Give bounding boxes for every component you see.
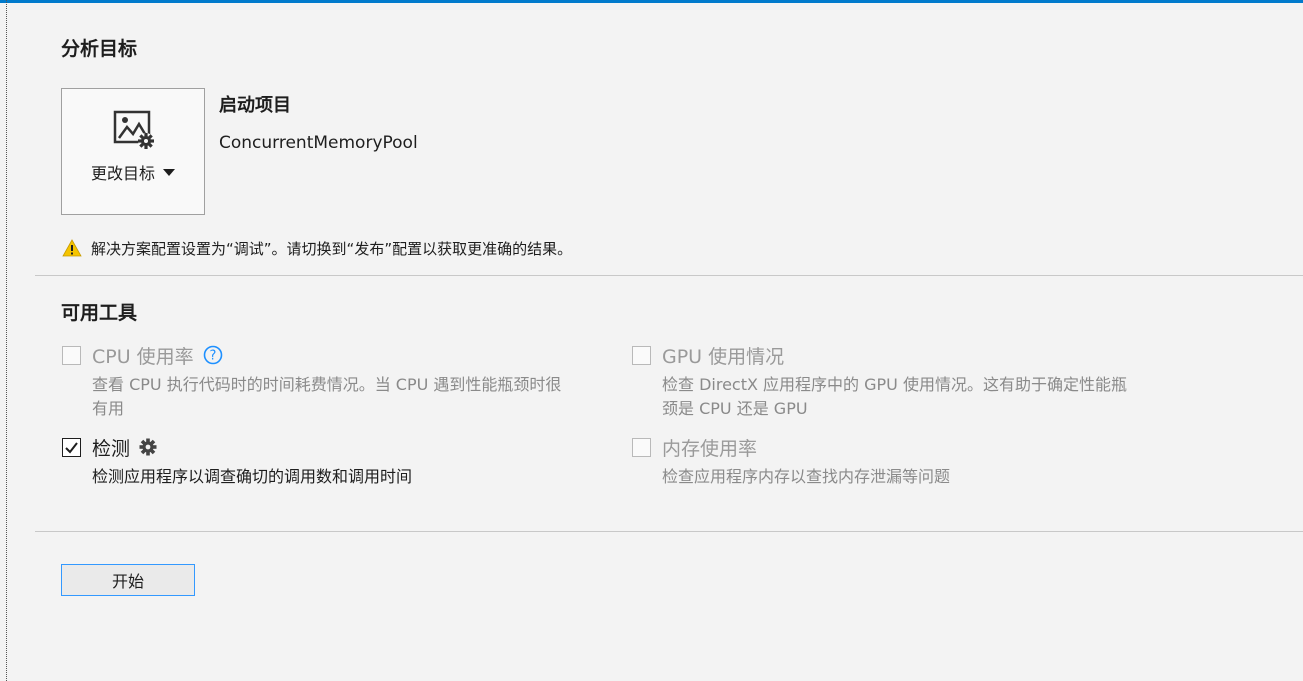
divider — [35, 531, 1303, 532]
memory-usage-desc-line1: 检查应用程序内存以查找内存泄漏等问题 — [662, 467, 951, 486]
gpu-usage-checkbox[interactable] — [632, 345, 651, 365]
gpu-usage-description: 检查 DirectX 应用程序中的 GPU 使用情况。这有助于确定性能瓶 颈是 … — [662, 373, 1232, 421]
change-target-button[interactable]: 更改目标 — [61, 88, 205, 215]
memory-usage-label: 内存使用率 — [662, 437, 758, 460]
memory-usage-description: 检查应用程序内存以查找内存泄漏等问题 — [662, 465, 1232, 489]
tool-cpu-usage: CPU 使用率 ? 查看 CPU 执行代码时的时间耗费情况。当 CPU 遇到性能… — [62, 343, 622, 421]
top-accent-bar — [0, 0, 1303, 3]
cpu-usage-label: CPU 使用率 — [92, 345, 194, 368]
instrumentation-description: 检测应用程序以调查确切的调用数和调用时间 — [92, 465, 622, 489]
startup-project-name: ConcurrentMemoryPool — [219, 133, 418, 153]
startup-project-title: 启动项目 — [219, 95, 291, 116]
checkmark-icon — [65, 441, 78, 454]
gear-icon[interactable] — [139, 438, 157, 456]
cpu-usage-description: 查看 CPU 执行代码时的时间耗费情况。当 CPU 遇到性能瓶颈时很 有用 — [92, 373, 622, 421]
warning-icon — [62, 239, 82, 257]
instrumentation-desc-line1: 检测应用程序以调查确切的调用数和调用时间 — [92, 467, 413, 486]
instrumentation-label: 检测 — [92, 437, 131, 460]
chevron-down-icon — [163, 169, 175, 176]
analysis-target-title: 分析目标 — [61, 38, 138, 60]
warning-text: 解决方案配置设置为“调试”。请切换到“发布”配置以获取更准确的结果。 — [91, 239, 573, 258]
tool-memory-usage: 内存使用率 检查应用程序内存以查找内存泄漏等问题 — [632, 435, 1232, 489]
cpu-usage-desc-line2: 有用 — [92, 399, 125, 418]
gpu-usage-desc-line2: 颈是 CPU 还是 GPU — [662, 399, 808, 418]
instrumentation-checkbox[interactable] — [62, 437, 81, 457]
svg-text:?: ? — [209, 349, 216, 364]
help-icon[interactable]: ? — [203, 345, 223, 365]
start-button[interactable]: 开始 — [61, 564, 195, 596]
available-tools-title: 可用工具 — [61, 302, 138, 324]
tool-instrumentation: 检测 检测应用程序以调查确切的调用数和调用时间 — [62, 435, 622, 489]
cpu-usage-checkbox[interactable] — [62, 345, 81, 365]
gpu-usage-label: GPU 使用情况 — [662, 345, 785, 368]
tool-gpu-usage: GPU 使用情况 检查 DirectX 应用程序中的 GPU 使用情况。这有助于… — [632, 343, 1232, 421]
memory-usage-checkbox[interactable] — [632, 437, 651, 457]
cpu-usage-desc-line1: 查看 CPU 执行代码时的时间耗费情况。当 CPU 遇到性能瓶颈时很 — [92, 375, 562, 394]
change-target-label: 更改目标 — [90, 164, 155, 183]
configuration-warning: 解决方案配置设置为“调试”。请切换到“发布”配置以获取更准确的结果。 — [62, 238, 572, 258]
divider — [35, 275, 1303, 276]
change-target-label-row: 更改目标 — [62, 160, 204, 184]
left-dotted-guide — [6, 0, 7, 681]
gpu-usage-desc-line1: 检查 DirectX 应用程序中的 GPU 使用情况。这有助于确定性能瓶 — [662, 375, 1127, 394]
target-image-gear-icon — [113, 110, 154, 149]
